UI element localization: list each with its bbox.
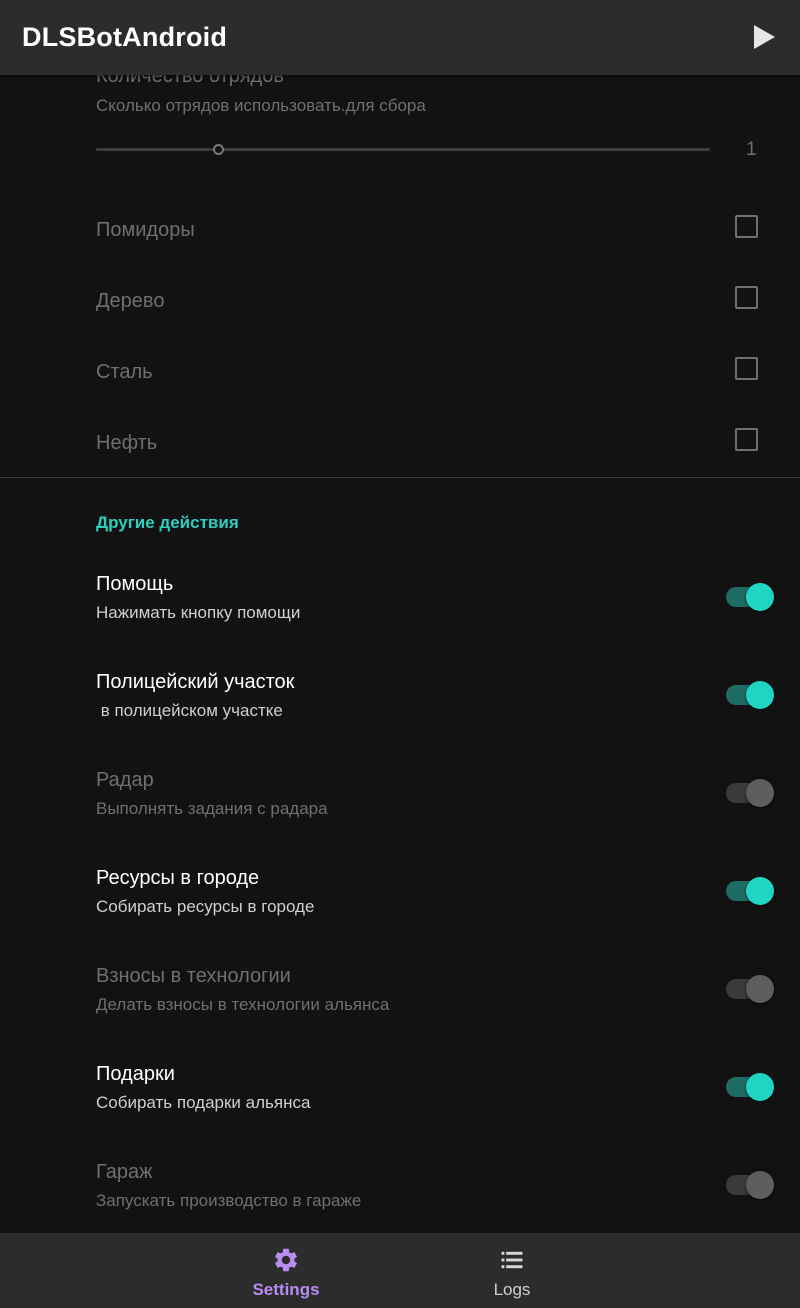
- gear-icon: [275, 1248, 297, 1272]
- checkbox-label: Нефть: [96, 432, 158, 454]
- squads-slider-track[interactable]: [96, 148, 710, 151]
- switch-title: Ресурсы в городе: [96, 867, 260, 889]
- switch-title: Полицейский участок: [96, 671, 295, 693]
- squads-slider-pref: Количество отрядов Сколько отрядов испол…: [0, 75, 800, 185]
- switch-row-tech-donations: Взносы в технологии Делать взносы в техн…: [0, 965, 800, 1063]
- city-resources-switch[interactable]: [726, 877, 774, 905]
- switch-title: Помощь: [96, 573, 174, 595]
- app-root: DLSBotAndroid Количество отрядов Сколько…: [0, 0, 800, 1308]
- squads-subtitle: Сколько отрядов использовать.для сбора: [96, 96, 426, 115]
- section-divider: [0, 477, 800, 478]
- switch-title: Радар: [96, 769, 154, 791]
- switch-title: Гараж: [96, 1161, 153, 1183]
- police-switch[interactable]: [726, 681, 774, 709]
- squads-slider-value: 1: [746, 139, 757, 160]
- switch-subtitle: в полицейском участке: [96, 701, 283, 720]
- switch-subtitle: Выполнять задания с радара: [96, 799, 328, 818]
- bottom-navigation: Settings Logs: [0, 1233, 800, 1308]
- switch-subtitle: Нажимать кнопку помощи: [96, 603, 301, 622]
- nav-label: Logs: [493, 1280, 531, 1299]
- tomatoes-checkbox[interactable]: [735, 215, 758, 238]
- play-button[interactable]: [746, 20, 780, 54]
- help-switch[interactable]: [726, 583, 774, 611]
- switch-title: Подарки: [96, 1063, 175, 1085]
- switch-row-gifts[interactable]: Подарки Собирать подарки альянса: [0, 1063, 800, 1161]
- checkbox-row-tomatoes[interactable]: Помидоры: [0, 195, 800, 266]
- app-title: DLSBotAndroid: [22, 22, 228, 52]
- nav-logs[interactable]: Logs: [312, 1233, 712, 1308]
- squads-title: Количество отрядов: [96, 75, 284, 87]
- squads-slider-thumb[interactable]: [213, 144, 224, 155]
- switch-row-radar: Радар Выполнять задания с радара: [0, 769, 800, 867]
- checkbox-label: Помидоры: [96, 219, 195, 241]
- switch-title: Взносы в технологии: [96, 965, 291, 987]
- wood-checkbox[interactable]: [735, 286, 758, 309]
- radar-switch: [726, 779, 774, 807]
- switch-row-help[interactable]: Помощь Нажимать кнопку помощи: [0, 573, 800, 671]
- play-icon: [754, 25, 775, 49]
- tech-donations-switch: [726, 975, 774, 1003]
- list-icon: [501, 1251, 523, 1269]
- checkbox-row-steel[interactable]: Сталь: [0, 337, 800, 408]
- switch-row-garage: Гараж Запускать производство в гараже: [0, 1161, 800, 1233]
- switch-row-city-resources[interactable]: Ресурсы в городе Собирать ресурсы в горо…: [0, 867, 800, 965]
- settings-list[interactable]: Количество отрядов Сколько отрядов испол…: [0, 75, 800, 1233]
- checkbox-row-wood[interactable]: Дерево: [0, 266, 800, 337]
- switch-row-police[interactable]: Полицейский участок в полицейском участк…: [0, 671, 800, 769]
- checkbox-label: Сталь: [96, 361, 153, 383]
- switch-subtitle: Собирать ресурсы в городе: [96, 897, 315, 916]
- switch-subtitle: Собирать подарки альянса: [96, 1093, 311, 1112]
- garage-switch: [726, 1171, 774, 1199]
- gifts-switch[interactable]: [726, 1073, 774, 1101]
- checkbox-row-oil[interactable]: Нефть: [0, 408, 800, 479]
- switch-subtitle: Запускать производство в гараже: [96, 1191, 362, 1210]
- app-bar: DLSBotAndroid: [0, 0, 800, 75]
- steel-checkbox[interactable]: [735, 357, 758, 380]
- switch-subtitle: Делать взносы в технологии альянса: [96, 995, 390, 1014]
- category-other-actions: Другие действия: [96, 513, 239, 532]
- checkbox-label: Дерево: [96, 290, 165, 312]
- oil-checkbox[interactable]: [735, 428, 758, 451]
